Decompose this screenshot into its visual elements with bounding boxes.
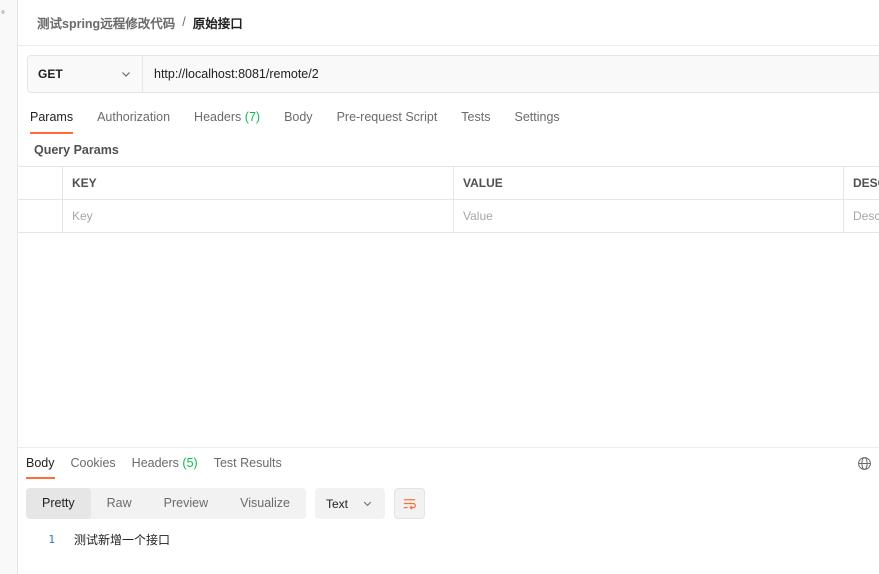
- url-input[interactable]: http://localhost:8081/remote/2: [143, 56, 319, 92]
- wrap-lines-icon: [403, 499, 416, 510]
- tab-label: Cookies: [70, 456, 116, 470]
- tab-label: Headers: [131, 456, 179, 470]
- tab-label: Pre-request Script: [336, 110, 438, 124]
- tab-label: Headers: [194, 110, 242, 124]
- tab-label: Params: [30, 110, 74, 124]
- tab-label: Authorization: [97, 110, 171, 124]
- tab-pre-request-script[interactable]: Pre-request Script: [337, 108, 438, 134]
- key-input[interactable]: Key: [63, 200, 454, 232]
- table-row: Key Value Description: [18, 200, 879, 233]
- response-tab-cookies[interactable]: Cookies: [71, 455, 116, 479]
- sidebar-glyph: °: [1, 10, 5, 21]
- breadcrumb-separator: /: [182, 15, 186, 29]
- tab-body[interactable]: Body: [284, 108, 313, 134]
- column-header-key: KEY: [63, 167, 454, 199]
- tab-label: Settings: [514, 110, 560, 124]
- tab-params[interactable]: Params: [30, 108, 74, 134]
- header-check-cell: [18, 167, 63, 199]
- response-tab-headers[interactable]: Headers (5): [132, 455, 198, 479]
- tab-label: Test Results: [213, 456, 282, 470]
- response-code-line: 1 测试新增一个接口: [26, 531, 170, 547]
- header-divider: [18, 45, 879, 46]
- tab-label: Body: [26, 456, 55, 470]
- preview-button[interactable]: Preview: [148, 488, 224, 519]
- left-rail: °: [0, 0, 18, 574]
- globe-icon[interactable]: [857, 456, 872, 471]
- url-bar: GET http://localhost:8081/remote/2: [27, 55, 879, 93]
- visualize-button[interactable]: Visualize: [224, 488, 306, 519]
- tab-label: Tests: [461, 110, 491, 124]
- chevron-down-icon: [363, 501, 372, 507]
- tab-settings[interactable]: Settings: [514, 108, 559, 134]
- method-label: GET: [38, 67, 63, 81]
- request-name[interactable]: 原始接口: [193, 13, 243, 32]
- breadcrumb-collection[interactable]: 测试spring远程修改代码: [37, 13, 175, 32]
- breadcrumb: 测试spring远程修改代码 / 原始接口: [37, 13, 243, 32]
- headers-count: (7): [244, 110, 261, 124]
- row-checkbox-cell[interactable]: [18, 200, 63, 232]
- request-tabs: Params Authorization Headers (7) Body Pr…: [30, 108, 584, 134]
- response-tab-test-results[interactable]: Test Results: [214, 455, 282, 479]
- chevron-down-icon: [122, 72, 130, 77]
- line-number: 1: [48, 532, 55, 546]
- response-divider[interactable]: [18, 447, 879, 448]
- tab-headers[interactable]: Headers (7): [194, 108, 260, 134]
- format-button-group: Pretty Raw Preview Visualize: [26, 488, 306, 519]
- value-input[interactable]: Value: [454, 200, 844, 232]
- column-header-description: DESCRIPTION: [853, 176, 879, 190]
- tab-label: Body: [284, 110, 313, 124]
- wrap-lines-button[interactable]: [394, 488, 425, 519]
- response-type-select[interactable]: Text: [315, 488, 385, 519]
- column-header-value: VALUE: [454, 167, 844, 199]
- tab-authorization[interactable]: Authorization: [97, 108, 170, 134]
- tab-tests[interactable]: Tests: [461, 108, 490, 134]
- response-tab-body[interactable]: Body: [26, 455, 55, 479]
- response-tabs: Body Cookies Headers (5) Test Results: [26, 455, 298, 479]
- raw-button[interactable]: Raw: [91, 488, 148, 519]
- pretty-button[interactable]: Pretty: [26, 488, 91, 519]
- method-select[interactable]: GET: [28, 56, 143, 92]
- table-header-row: KEY VALUE DESCRIPTION: [18, 167, 879, 200]
- description-input[interactable]: Description: [844, 200, 879, 232]
- response-headers-count: (5): [182, 456, 198, 470]
- response-text[interactable]: 测试新增一个接口: [60, 531, 170, 548]
- params-table: KEY VALUE DESCRIPTION Key Value Descript…: [18, 166, 879, 233]
- response-type-label: Text: [326, 496, 349, 511]
- query-params-title: Query Params: [34, 143, 119, 157]
